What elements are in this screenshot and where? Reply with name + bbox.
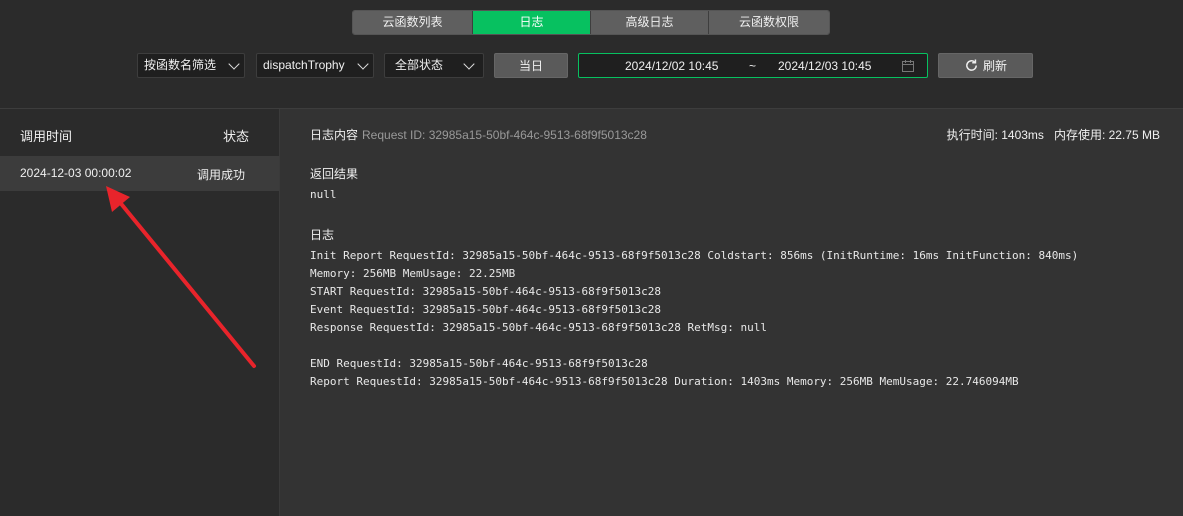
log-section-label: 日志: [310, 228, 335, 242]
chevron-down-icon: [357, 57, 369, 70]
request-id: Request ID: 32985a15-50bf-464c-9513-68f9…: [362, 128, 647, 142]
log-detail-panel: 日志内容 Request ID: 32985a15-50bf-464c-9513-…: [280, 109, 1183, 516]
function-name-select[interactable]: dispatchTrophy: [256, 53, 374, 78]
invocation-list: 调用时间 状态 2024-12-03 00:00:02 调用成功: [0, 109, 280, 516]
return-result-value: null: [310, 188, 337, 201]
tab-advanced-logs[interactable]: 高级日志: [591, 11, 709, 34]
column-header-status: 状态: [223, 129, 250, 144]
date-start: 2024/12/02 10:45: [625, 59, 719, 73]
invocation-status: 调用成功: [197, 168, 246, 182]
log-line: Memory: 256MB MemUsage: 22.25MB: [310, 267, 516, 280]
chevron-down-icon: [228, 57, 240, 70]
log-output: Init Report RequestId: 32985a15-50bf-464…: [310, 247, 1078, 391]
column-header-time: 调用时间: [20, 129, 73, 144]
log-line: Init Report RequestId: 32985a15-50bf-464…: [310, 249, 1079, 262]
list-item[interactable]: 2024-12-03 00:00:02 调用成功: [0, 156, 279, 191]
today-button[interactable]: 当日: [494, 53, 568, 78]
date-end: 2024/12/03 10:45: [778, 59, 872, 73]
status-select[interactable]: 全部状态: [384, 53, 484, 78]
log-line: Response RequestId: 32985a15-50bf-464c-9…: [310, 321, 767, 334]
calendar-icon[interactable]: [901, 59, 915, 73]
exec-time: 执行时间: 1403ms: [946, 128, 1044, 142]
refresh-icon: [966, 59, 977, 71]
tab-logs[interactable]: 日志: [473, 11, 591, 34]
refresh-button[interactable]: 刷新: [938, 53, 1033, 78]
refresh-label: 刷新: [982, 59, 1007, 73]
log-line: Event RequestId: 32985a15-50bf-464c-9513…: [310, 303, 661, 316]
chevron-down-icon: [463, 57, 475, 70]
return-result-label: 返回结果: [310, 167, 359, 181]
invocation-time: 2024-12-03 00:00:02: [20, 166, 132, 180]
log-line: Report RequestId: 32985a15-50bf-464c-951…: [310, 375, 1019, 388]
log-content-header: 日志内容 Request ID: 32985a15-50bf-464c-9513-…: [310, 126, 647, 143]
tab-bar: 云函数列表 日志 高级日志 云函数权限: [352, 10, 830, 35]
function-name-value: dispatchTrophy: [263, 58, 345, 72]
log-line: START RequestId: 32985a15-50bf-464c-9513…: [310, 285, 661, 298]
function-filter-select[interactable]: 按函数名筛选: [137, 53, 245, 78]
date-separator: ~: [749, 59, 757, 73]
date-range-picker[interactable]: 2024/12/02 10:45 ~ 2024/12/03 10:45: [578, 53, 928, 78]
memory-usage: 内存使用: 22.75 MB: [1053, 128, 1160, 142]
tab-function-permissions[interactable]: 云函数权限: [709, 11, 829, 34]
status-value: 全部状态: [395, 58, 444, 72]
log-line: END RequestId: 32985a15-50bf-464c-9513-6…: [310, 357, 648, 370]
function-filter-label: 按函数名筛选: [144, 58, 217, 72]
filter-toolbar: 按函数名筛选 dispatchTrophy 全部状态 当日 2024/12/02…: [0, 53, 1183, 78]
log-content-title: 日志内容: [310, 128, 359, 142]
tab-function-list[interactable]: 云函数列表: [353, 11, 473, 34]
execution-metrics: 执行时间: 1403ms 内存使用: 22.75 MB: [947, 126, 1160, 143]
